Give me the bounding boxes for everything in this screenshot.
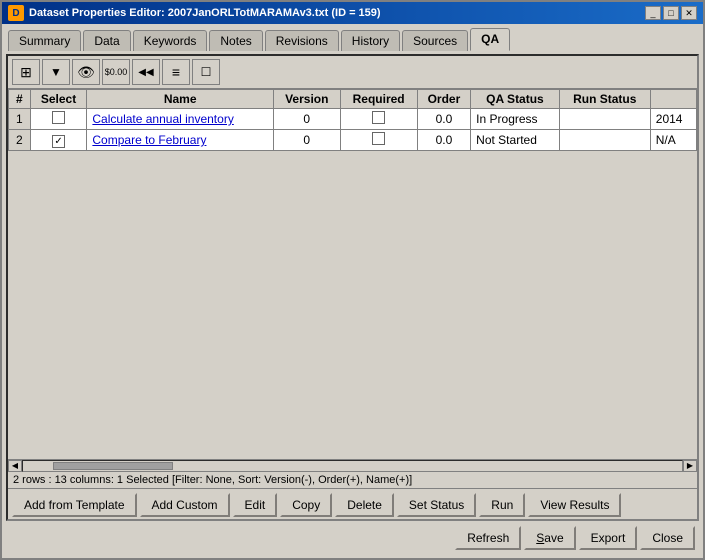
scroll-right-button[interactable]: ▶ [683, 460, 697, 472]
tab-summary[interactable]: Summary [8, 30, 81, 51]
save-button[interactable]: Save [524, 526, 575, 550]
run-button[interactable]: Run [479, 493, 525, 517]
row-order: 0.0 [417, 130, 470, 151]
main-window: D Dataset Properties Editor: 2007JanORLT… [0, 0, 705, 560]
title-buttons: _ □ ✕ [645, 6, 697, 20]
row-extra: N/A [650, 130, 696, 151]
delete-button[interactable]: Delete [335, 493, 394, 517]
row-run-status [559, 130, 650, 151]
main-panel: ⊞ ▼ 👁 $0.00 ◀◀ ≡ ☐ # Select Name Version [6, 54, 699, 521]
app-icon: D [8, 5, 24, 21]
window-title: Dataset Properties Editor: 2007JanORLTot… [29, 7, 381, 19]
required-checkbox[interactable] [372, 132, 385, 145]
nav-toolbar: Refresh Save Export Close [6, 524, 699, 554]
row-name[interactable]: Compare to February [87, 130, 274, 151]
close-button[interactable]: Close [640, 526, 695, 550]
add-custom-button[interactable]: Add Custom [140, 493, 230, 517]
row-select-cell[interactable]: ✓ [30, 130, 87, 151]
columns-icon[interactable]: ⊞ [12, 59, 40, 85]
col-header-qa-status: QA Status [471, 90, 560, 109]
checkbox-icon[interactable]: ☐ [192, 59, 220, 85]
minimize-button[interactable]: _ [645, 6, 661, 20]
col-header-order: Order [417, 90, 470, 109]
table-row: 2 ✓ Compare to February0 0.0Not Started N/A [9, 130, 697, 151]
row-name[interactable]: Calculate annual inventory [87, 109, 274, 130]
row-run-status [559, 109, 650, 130]
row-version: 0 [274, 109, 341, 130]
scrollbar-thumb[interactable] [53, 462, 173, 470]
qa-toolbar: ⊞ ▼ 👁 $0.00 ◀◀ ≡ ☐ [8, 56, 697, 89]
content-area: Summary Data Keywords Notes Revisions Hi… [2, 24, 703, 558]
tab-history[interactable]: History [341, 30, 400, 51]
row-num: 2 [9, 130, 31, 151]
tab-qa[interactable]: QA [470, 28, 510, 51]
horizontal-scrollbar[interactable] [22, 460, 683, 472]
status-bar: 2 rows : 13 columns: 1 Selected [Filter:… [8, 471, 697, 489]
tab-keywords[interactable]: Keywords [133, 30, 208, 51]
qa-table: # Select Name Version Required Order QA … [8, 89, 697, 151]
row-qa-status: Not Started [471, 130, 560, 151]
copy-button[interactable]: Copy [280, 493, 332, 517]
select-checkbox[interactable] [52, 111, 65, 124]
horizontal-scrollbar-area: ◀ ▶ [8, 459, 697, 471]
tab-sources[interactable]: Sources [402, 30, 468, 51]
scroll-left-button[interactable]: ◀ [8, 460, 22, 472]
col-header-name: Name [87, 90, 274, 109]
tab-revisions[interactable]: Revisions [265, 30, 339, 51]
row-order: 0.0 [417, 109, 470, 130]
row-required-cell[interactable] [340, 130, 417, 151]
action-toolbar: Add from Template Add Custom Edit Copy D… [8, 489, 697, 519]
add-template-button[interactable]: Add from Template [12, 493, 137, 517]
row-select-cell[interactable] [30, 109, 87, 130]
refresh-button[interactable]: Refresh [455, 526, 521, 550]
select-checkbox[interactable]: ✓ [52, 135, 65, 148]
row-required-cell[interactable] [340, 109, 417, 130]
table-container: # Select Name Version Required Order QA … [8, 89, 697, 459]
tab-notes[interactable]: Notes [209, 30, 262, 51]
row-qa-status: In Progress [471, 109, 560, 130]
edit-button[interactable]: Edit [233, 493, 278, 517]
tab-bar: Summary Data Keywords Notes Revisions Hi… [6, 28, 699, 51]
row-version: 0 [274, 130, 341, 151]
table-header-row: # Select Name Version Required Order QA … [9, 90, 697, 109]
required-checkbox[interactable] [372, 111, 385, 124]
filter-icon[interactable]: ▼ [42, 59, 70, 85]
rewind-icon[interactable]: ◀◀ [132, 59, 160, 85]
eye-icon[interactable]: 👁 [72, 59, 100, 85]
list-icon[interactable]: ≡ [162, 59, 190, 85]
close-window-button[interactable]: ✕ [681, 6, 697, 20]
col-header-required: Required [340, 90, 417, 109]
col-header-run-status: Run Status [559, 90, 650, 109]
tab-data[interactable]: Data [83, 30, 130, 51]
col-header-num: # [9, 90, 31, 109]
view-results-button[interactable]: View Results [528, 493, 621, 517]
col-header-extra [650, 90, 696, 109]
set-status-button[interactable]: Set Status [397, 493, 476, 517]
table-row: 1 Calculate annual inventory0 0.0In Progre… [9, 109, 697, 130]
export-button[interactable]: Export [579, 526, 638, 550]
title-bar: D Dataset Properties Editor: 2007JanORLT… [2, 2, 703, 24]
col-header-select: Select [30, 90, 87, 109]
price-icon[interactable]: $0.00 [102, 59, 130, 85]
row-extra: 2014 [650, 109, 696, 130]
title-bar-left: D Dataset Properties Editor: 2007JanORLT… [8, 5, 381, 21]
restore-button[interactable]: □ [663, 6, 679, 20]
row-num: 1 [9, 109, 31, 130]
col-header-version: Version [274, 90, 341, 109]
